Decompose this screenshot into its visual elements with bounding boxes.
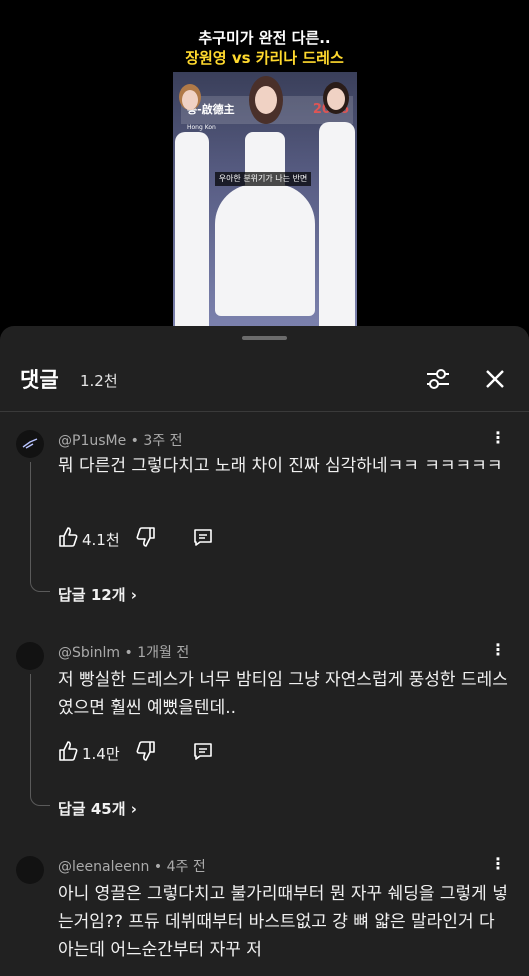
thumbs-up-icon (59, 741, 78, 761)
more-options-icon[interactable]: ⋮ (490, 854, 507, 873)
chevron-right-icon: › (130, 586, 137, 604)
comment-text: 저 빵실한 드레스가 너무 밤티임 그냥 자연스럽게 풍성한 드레스였으면 훨씬… (58, 670, 508, 718)
thumbs-down-icon (136, 741, 155, 761)
more-options-icon[interactable]: ⋮ (490, 428, 507, 447)
thumbs-down-icon (136, 527, 155, 547)
meta-separator: • (153, 859, 163, 875)
replies-label: 답글 12개 (58, 586, 126, 604)
replies-label: 답글 45개 (58, 800, 126, 818)
person-right-face (327, 88, 345, 110)
video-subtitle: 우아한 분위기가 나는 반면 (215, 172, 311, 186)
comment-author[interactable]: @P1usMe (58, 433, 126, 449)
header-divider (0, 411, 529, 412)
reply-button[interactable] (192, 526, 214, 550)
avatar[interactable] (16, 856, 44, 884)
reply-icon (194, 529, 212, 546)
meta-separator: • (130, 433, 139, 449)
reply-thread-line (30, 462, 50, 592)
comment-meta: @leenaleenn • 4주 전 (58, 856, 206, 876)
comment-time: 1개월 전 (137, 645, 190, 661)
like-button[interactable]: 4.1천 (58, 526, 120, 550)
caption-line-1: 추구미가 완전 다른.. (198, 29, 331, 47)
reply-thread-line (30, 674, 50, 806)
person-left-face (182, 90, 198, 110)
video-frame: 롱-啟德主 2026 Hong Kon 우아한 분위기가 나는 반면 (173, 72, 357, 326)
video-caption: 추구미가 완전 다른.. 장원영 vs 카리나 드레스 (0, 28, 529, 68)
view-replies-button[interactable]: 답글 45개 › (58, 798, 137, 819)
dislike-button[interactable] (136, 740, 156, 764)
comment-author[interactable]: @leenaleenn (58, 859, 149, 875)
person-right-dress (319, 122, 355, 326)
chevron-right-icon: › (130, 800, 137, 818)
view-replies-button[interactable]: 답글 12개 › (58, 584, 137, 605)
drag-handle[interactable] (242, 336, 287, 340)
dislike-button[interactable] (136, 526, 156, 550)
person-center-face (255, 86, 277, 114)
avatar[interactable] (16, 642, 44, 670)
comments-sheet: 댓글 1.2천 @P1usMe • 3주 전 ⋮ 뭐 다른건 그렇다치고 노래 … (0, 326, 529, 976)
comment-text: 뭐 다른건 그렇다치고 노래 차이 진짜 심각하네ㅋㅋ ㅋㅋㅋㅋㅋ (58, 456, 503, 476)
like-button[interactable]: 1.4만 (58, 740, 120, 764)
caption-line-2: 장원영 vs 카리나 드레스 (185, 49, 344, 67)
comment-meta: @P1usMe • 3주 전 (58, 430, 183, 450)
person-left-dress (175, 132, 209, 326)
close-icon[interactable] (482, 366, 508, 392)
avatar[interactable] (16, 430, 44, 458)
comment-author[interactable]: @Sbinlm (58, 645, 120, 661)
reply-button[interactable] (192, 740, 214, 764)
sliders-icon[interactable] (424, 366, 452, 392)
more-options-icon[interactable]: ⋮ (490, 640, 507, 659)
backdrop-subtext: Hong Kon (187, 124, 216, 131)
like-count: 1.4만 (82, 745, 120, 763)
video-player[interactable]: 추구미가 완전 다른.. 장원영 vs 카리나 드레스 롱-啟德主 2026 H… (0, 0, 529, 330)
comment-text: 아니 영끌은 그렇다치고 불가리때부터 뭔 자꾸 쉐딩을 그렇게 넣는거임?? … (58, 884, 508, 960)
person-center-skirt (215, 184, 315, 316)
comments-count: 1.2천 (80, 372, 118, 390)
comment-time: 3주 전 (143, 433, 183, 449)
comment-time: 4주 전 (166, 859, 206, 875)
comment-meta: @Sbinlm • 1개월 전 (58, 642, 189, 662)
thumbs-up-icon (59, 527, 78, 547)
reply-icon (194, 743, 212, 760)
comments-title: 댓글 (20, 368, 59, 392)
like-count: 4.1천 (82, 531, 120, 549)
meta-separator: • (124, 645, 133, 661)
